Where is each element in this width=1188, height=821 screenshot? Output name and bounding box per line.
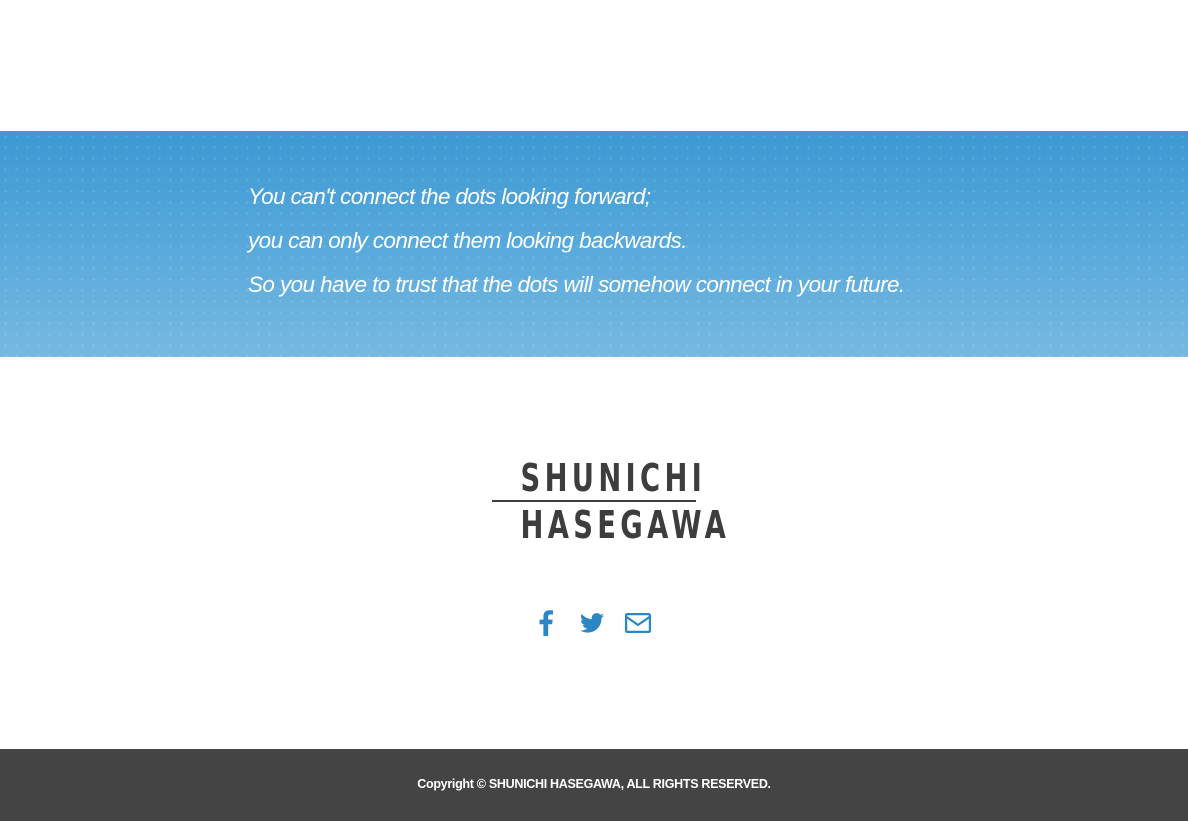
quote-banner: You can't connect the dots looking forwa… <box>0 131 1188 357</box>
quote-line-1: You can't connect the dots looking forwa… <box>248 184 651 209</box>
facebook-icon[interactable] <box>530 607 562 639</box>
quote-line-2: you can only connect them looking backwa… <box>248 228 687 253</box>
quote-text: You can't connect the dots looking forwa… <box>248 183 905 307</box>
mail-icon[interactable] <box>622 607 654 639</box>
quote-line-3: So you have to trust that the dots will … <box>248 272 905 297</box>
site-footer: Copyright © SHUNICHI HASEGAWA, ALL RIGHT… <box>0 749 1188 821</box>
site-logo[interactable]: SHUNICHI HASEGAWA <box>492 456 731 547</box>
logo-divider <box>492 500 696 502</box>
copyright-text: Copyright © SHUNICHI HASEGAWA, ALL RIGHT… <box>417 777 771 791</box>
page: You can't connect the dots looking forwa… <box>0 0 1188 821</box>
logo-last-name: HASEGAWA <box>520 503 731 547</box>
social-links <box>530 607 658 639</box>
logo-first-name: SHUNICHI <box>520 456 707 500</box>
twitter-icon[interactable] <box>576 607 608 639</box>
